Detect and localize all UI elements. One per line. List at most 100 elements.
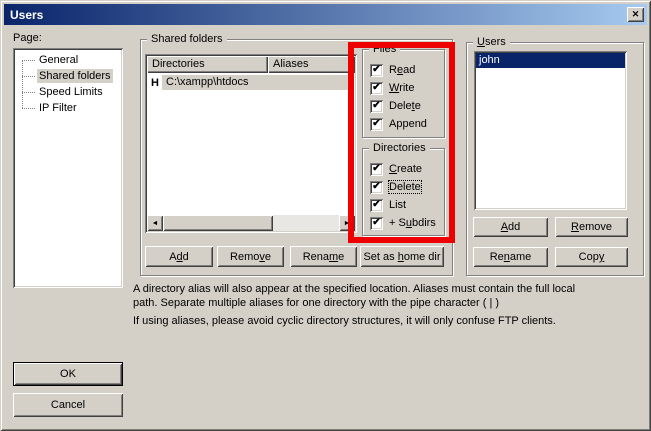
files-group-label: Files xyxy=(369,42,400,56)
users-listbox[interactable] xyxy=(474,51,627,210)
users-group-label: Users xyxy=(473,35,510,49)
checkbox-label: Write xyxy=(389,82,414,94)
checkbox-label: Append xyxy=(389,118,427,130)
scroll-right-button[interactable]: ► xyxy=(339,215,355,231)
scrollbar-thumb[interactable] xyxy=(163,215,273,231)
checkbox-box: ✔ xyxy=(370,100,383,113)
button-label: Set as xyxy=(363,251,397,263)
rename-user-button[interactable]: Rename xyxy=(473,247,548,267)
button-label: Rena xyxy=(303,251,329,263)
checkbox-box: ✔ xyxy=(370,199,383,212)
check-icon: ✔ xyxy=(372,180,380,193)
listview-header: Directories Aliases xyxy=(147,56,355,73)
scroll-left-icon: ◄ xyxy=(152,220,159,227)
help-text-line3: If using aliases, please avoid cyclic di… xyxy=(133,315,556,327)
tree-item-label[interactable]: Speed Limits xyxy=(37,85,105,99)
close-icon: ✕ xyxy=(632,9,640,20)
check-icon: ✔ xyxy=(372,81,380,94)
home-dir-marker: H xyxy=(148,77,162,89)
check-icon: ✔ xyxy=(372,198,380,211)
check-icon: ✔ xyxy=(372,216,380,229)
window-title: Users xyxy=(4,8,43,22)
checkbox-files-append[interactable]: ✔ Append xyxy=(370,117,427,131)
button-label: Remo xyxy=(230,251,259,263)
checkbox-box: ✔ xyxy=(370,163,383,176)
button-label: e xyxy=(338,251,344,263)
rename-folder-button[interactable]: Rename xyxy=(290,246,357,267)
button-label: A xyxy=(501,221,508,233)
checkbox-box: ✔ xyxy=(370,82,383,95)
checkbox-label: Create xyxy=(389,163,422,175)
check-icon: ✔ xyxy=(372,99,380,112)
tree-item-shared-folders[interactable]: Shared folders xyxy=(13,68,123,84)
shared-folders-group-label: Shared folders xyxy=(147,32,227,46)
checkbox-files-write[interactable]: ✔ Write xyxy=(370,81,414,95)
directory-row[interactable]: H C:\xampp\htdocs xyxy=(148,75,351,90)
tree-stub-icon xyxy=(22,76,35,77)
button-label: Re xyxy=(490,251,504,263)
user-row-john[interactable]: john xyxy=(476,53,625,68)
button-label: dd xyxy=(508,221,520,233)
button-label: e xyxy=(265,251,271,263)
tree-item-ip-filter[interactable]: IP Filter xyxy=(13,100,123,116)
checkbox-label: Delete xyxy=(389,181,421,193)
set-as-home-dir-button[interactable]: Set as home dir xyxy=(360,246,444,267)
tree-item-general[interactable]: General xyxy=(13,52,123,68)
tree-stub-icon xyxy=(22,108,35,109)
checkbox-label: Read xyxy=(389,64,415,76)
checkbox-box: ✔ xyxy=(370,181,383,194)
checkbox-files-read[interactable]: ✔ Read xyxy=(370,63,415,77)
column-header-directories[interactable]: Directories xyxy=(147,56,268,73)
tree-stub-icon xyxy=(22,60,35,61)
add-user-button[interactable]: Add xyxy=(473,217,548,237)
page-tree[interactable]: General Shared folders Speed Limits IP F… xyxy=(13,48,123,288)
titlebar[interactable]: Users ✕ xyxy=(4,4,647,25)
users-dialog: Users ✕ Page: General Shared folders Spe… xyxy=(0,0,651,431)
checkbox-label: + Subdirs xyxy=(389,217,436,229)
directories-group-label: Directories xyxy=(369,141,430,155)
remove-user-button[interactable]: Remove xyxy=(555,217,628,237)
remove-folder-button[interactable]: Remove xyxy=(217,246,284,267)
tree-item-label[interactable]: Shared folders xyxy=(37,69,113,83)
checkbox-files-delete[interactable]: ✔ Delete xyxy=(370,99,421,113)
button-label: R xyxy=(571,221,579,233)
tree-item-speed-limits[interactable]: Speed Limits xyxy=(13,84,123,100)
cancel-button[interactable]: Cancel xyxy=(13,393,123,417)
add-folder-button[interactable]: Add xyxy=(145,246,213,267)
column-header-aliases[interactable]: Aliases xyxy=(268,56,355,73)
check-icon: ✔ xyxy=(372,117,380,130)
check-icon: ✔ xyxy=(372,63,380,76)
button-label: Cop xyxy=(579,251,599,263)
button-label: ome dir xyxy=(404,251,441,263)
directory-path[interactable]: C:\xampp\htdocs xyxy=(162,75,351,90)
check-icon: ✔ xyxy=(372,162,380,175)
page-label: Page: xyxy=(13,32,42,44)
ok-button[interactable]: OK xyxy=(13,362,123,386)
checkbox-box: ✔ xyxy=(370,217,383,230)
copy-user-button[interactable]: Copy xyxy=(555,247,628,267)
scroll-right-icon: ► xyxy=(344,220,351,227)
button-label: m xyxy=(329,251,338,263)
button-label: emove xyxy=(579,221,612,233)
scroll-left-button[interactable]: ◄ xyxy=(147,215,163,231)
checkbox-label: List xyxy=(389,199,406,211)
help-text-line2: path. Separate multiple aliases for one … xyxy=(133,297,499,309)
checkbox-box: ✔ xyxy=(370,64,383,77)
checkbox-dirs-subdirs[interactable]: ✔ + Subdirs xyxy=(370,216,436,230)
horizontal-scrollbar[interactable]: ◄ ► xyxy=(147,215,355,231)
button-label: A xyxy=(169,251,176,263)
scrollbar-track[interactable] xyxy=(273,215,339,231)
close-button[interactable]: ✕ xyxy=(627,7,644,22)
checkbox-box: ✔ xyxy=(370,118,383,131)
checkbox-dirs-delete[interactable]: ✔ Delete xyxy=(370,180,421,194)
tree-item-label[interactable]: General xyxy=(37,53,80,67)
button-label: y xyxy=(599,251,605,263)
button-label: ame xyxy=(510,251,531,263)
button-label: d xyxy=(183,251,189,263)
checkbox-dirs-list[interactable]: ✔ List xyxy=(370,198,406,212)
help-text-line1: A directory alias will also appear at th… xyxy=(133,283,575,295)
checkbox-label: Delete xyxy=(389,100,421,112)
checkbox-dirs-create[interactable]: ✔ Create xyxy=(370,162,422,176)
tree-item-label[interactable]: IP Filter xyxy=(37,101,79,115)
tree-stub-icon xyxy=(22,92,35,93)
